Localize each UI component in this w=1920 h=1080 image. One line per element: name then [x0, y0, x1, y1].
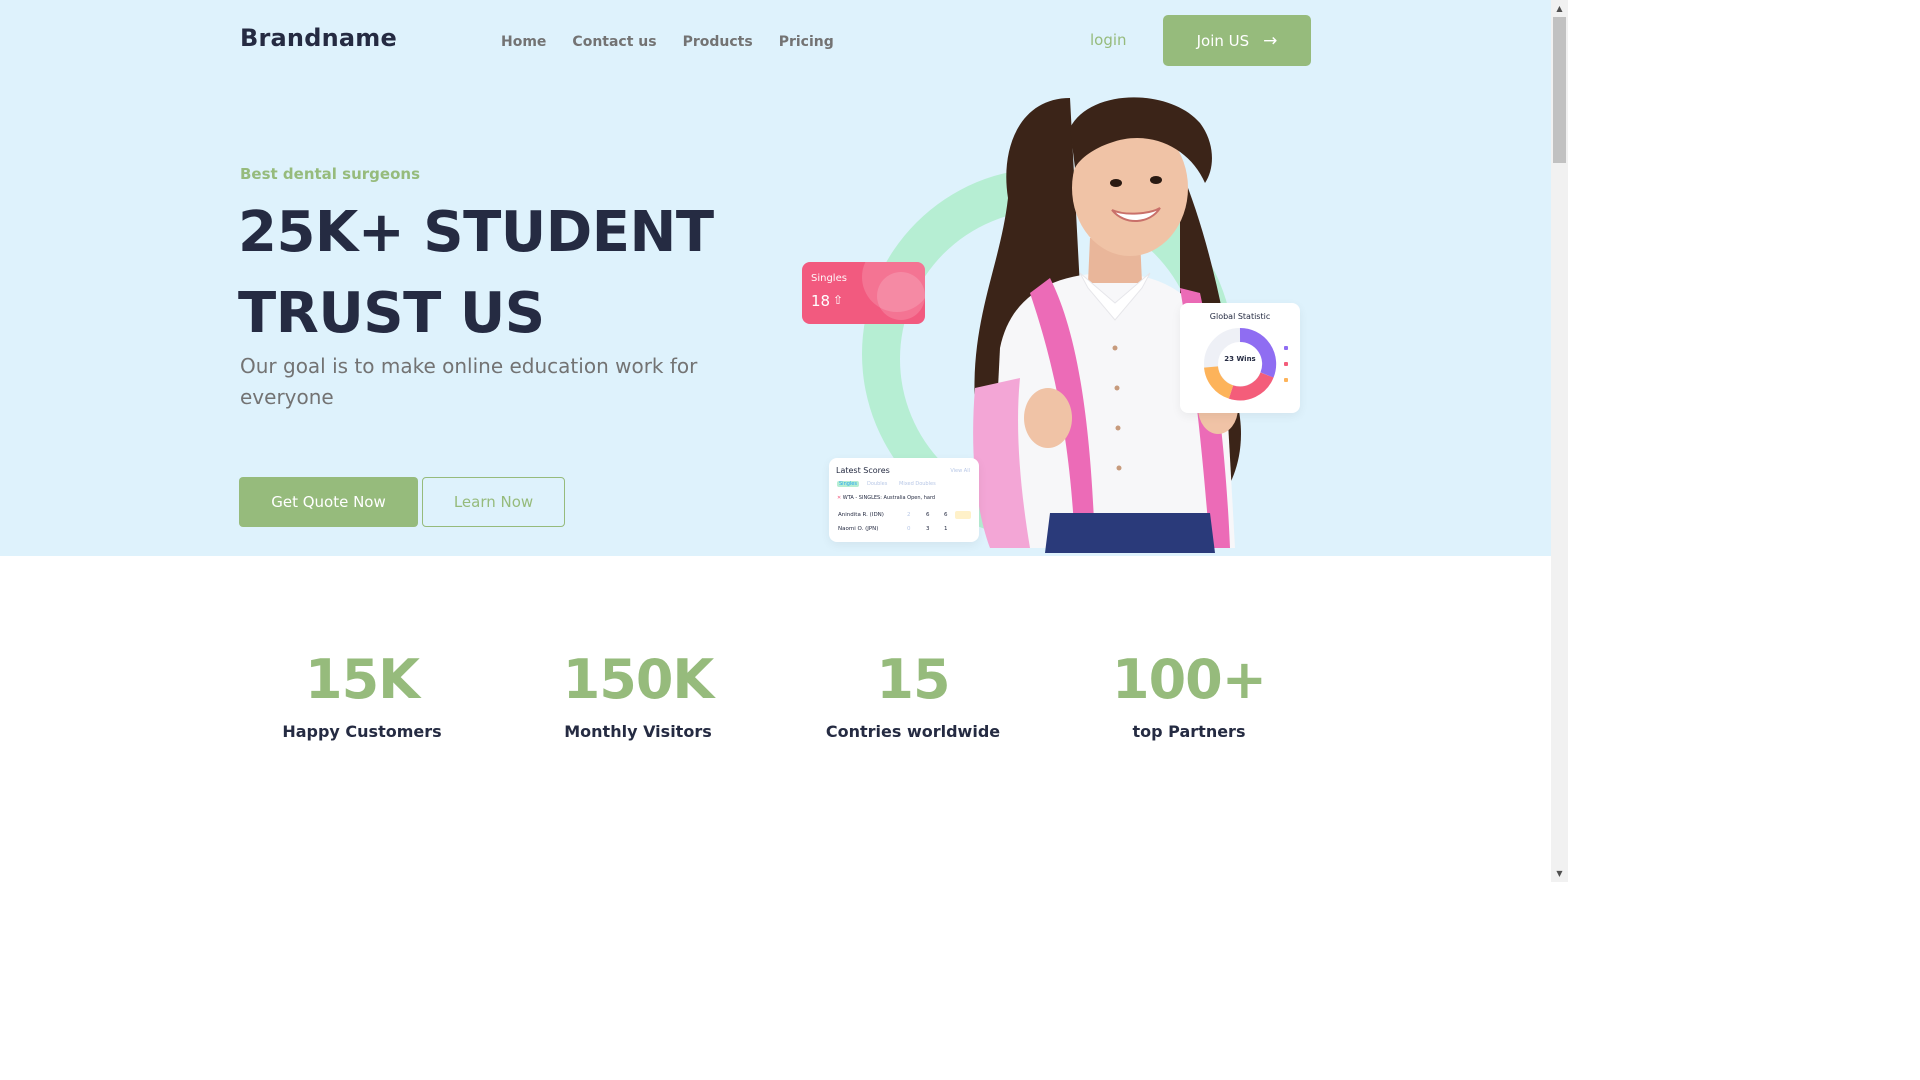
tab-doubles: Doubles	[867, 481, 888, 487]
stat-value: 15	[876, 648, 950, 711]
scroll-up-icon[interactable]: ▲	[1551, 0, 1568, 17]
stat-value: 15K	[305, 648, 420, 711]
tab-mixed-doubles: Mixed Doubles	[899, 481, 936, 487]
hero-illustration: Singles 18 ⇧ Global Statistic 23 Wins La…	[800, 88, 1310, 553]
stat-happy-customers: 15K Happy Customers	[232, 640, 492, 741]
join-button[interactable]: Join US →	[1163, 15, 1311, 66]
hero-headline: 25K+ STUDENT TRUST US	[238, 192, 758, 354]
learn-now-button[interactable]: Learn Now	[422, 477, 565, 527]
score-cell: 2	[907, 512, 911, 518]
singles-label: Singles	[811, 273, 847, 284]
decorative-bubble	[877, 272, 925, 320]
statistic-center-label: 23 Wins	[1224, 355, 1256, 363]
stat-label: top Partners	[1132, 722, 1246, 741]
score-cell: 6	[926, 512, 930, 518]
score-cell: 1	[944, 526, 948, 532]
headline-line-1: 25K+ STUDENT	[238, 200, 714, 265]
hero-subtitle: Our goal is to make online education wor…	[240, 354, 698, 409]
stat-value: 150K	[562, 648, 715, 711]
singles-card: Singles 18 ⇧	[802, 262, 925, 324]
statistic-title: Global Statistic	[1209, 312, 1271, 321]
scores-title: Latest Scores	[836, 466, 890, 475]
headline-line-2: TRUST US	[238, 281, 545, 346]
hero-kicker: Best dental surgeons	[240, 165, 420, 183]
arrow-right-icon: →	[1263, 30, 1278, 51]
stat-label: Happy Customers	[282, 722, 442, 741]
scroll-down-icon[interactable]: ▼	[1551, 865, 1568, 882]
hero-section	[0, 0, 1551, 556]
event-label: ✕ WTA - SINGLES: Australia Open, hard	[837, 495, 935, 501]
latest-scores-card: Latest Scores View All Singles Doubles M…	[829, 458, 979, 542]
donut-chart	[1204, 327, 1277, 401]
scroll-thumb[interactable]	[1553, 17, 1566, 163]
nav-pricing[interactable]: Pricing	[779, 34, 834, 50]
nav-products[interactable]: Products	[683, 34, 753, 50]
stat-partners: 100+ top Partners	[1059, 640, 1319, 741]
view-all-link: View All	[950, 468, 970, 474]
singles-value: 18	[811, 292, 831, 310]
score-cell: 0	[907, 526, 911, 532]
stat-monthly-visitors: 150K Monthly Visitors	[508, 640, 768, 741]
stat-countries: 15 Contries worldwide	[783, 640, 1043, 741]
brand-logo[interactable]: Brandname	[240, 24, 397, 52]
score-row-player: Anindita R. (IDN)	[838, 512, 884, 518]
stat-value: 100+	[1112, 648, 1267, 711]
stat-label: Contries worldwide	[825, 722, 1001, 741]
score-cell: 3	[926, 526, 930, 532]
main-nav: Home Contact us Products Pricing	[501, 34, 860, 50]
global-statistic-card: Global Statistic 23 Wins	[1180, 303, 1300, 413]
legend-dot	[1284, 362, 1288, 366]
winner-badge	[955, 511, 971, 519]
login-link[interactable]: login	[1090, 31, 1127, 49]
close-icon: ✕	[837, 495, 842, 501]
stat-label: Monthly Visitors	[564, 722, 712, 741]
arrow-up-icon: ⇧	[833, 293, 844, 307]
event-name: WTA - SINGLES: Australia Open, hard	[842, 495, 936, 501]
nav-contact[interactable]: Contact us	[572, 34, 656, 50]
score-cell: 6	[944, 512, 948, 518]
join-button-label: Join US	[1196, 31, 1250, 50]
vertical-scrollbar[interactable]: ▲ ▼	[1551, 0, 1568, 882]
legend-dot	[1284, 378, 1288, 382]
get-quote-button[interactable]: Get Quote Now	[239, 477, 418, 527]
score-row-player: Naomi O. (JPN)	[838, 526, 879, 532]
legend-dot	[1284, 346, 1288, 350]
nav-home[interactable]: Home	[501, 34, 546, 50]
tab-singles: Singles	[837, 481, 859, 487]
